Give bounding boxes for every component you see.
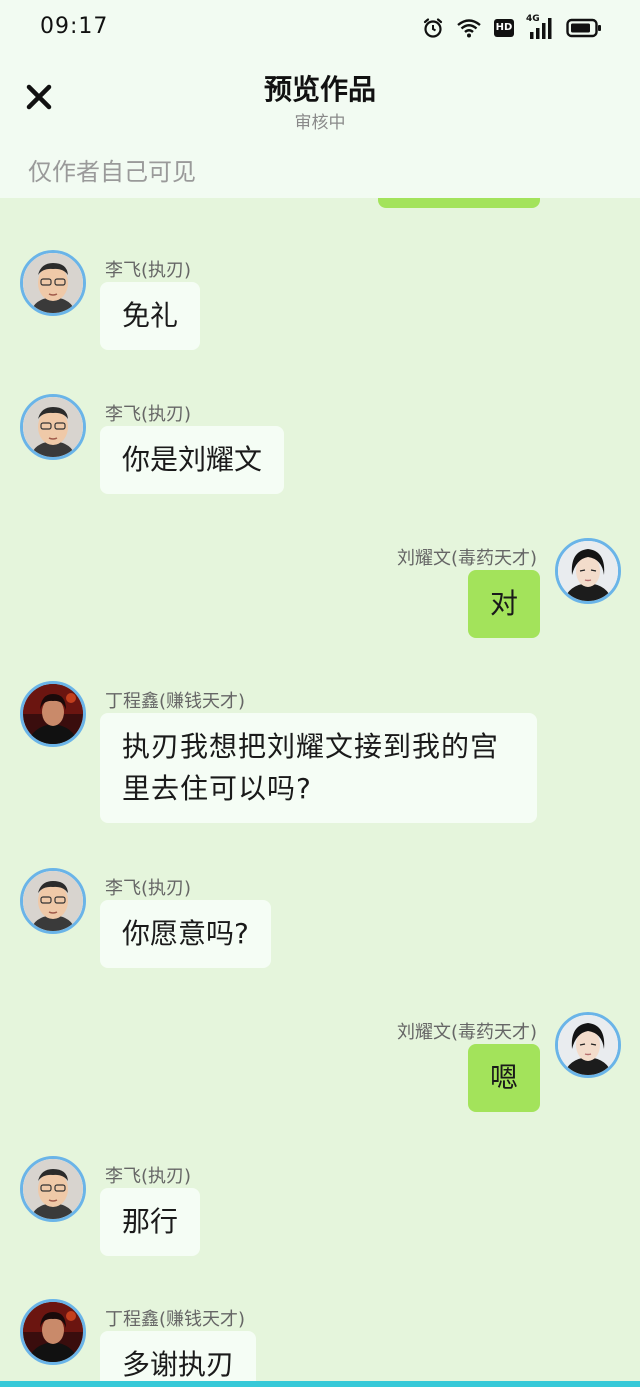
message-bubble[interactable]: 对 — [467, 570, 540, 638]
message-bubble[interactable]: 执刃我想把刘耀文接到我的宫里去住可以吗? — [100, 713, 537, 823]
li-fei-avatar[interactable] — [20, 394, 86, 460]
sender-name: 李飞(执刃) — [105, 404, 192, 425]
message-bubble[interactable]: 嗯 — [467, 1044, 540, 1112]
message-bubble[interactable]: 那行 — [100, 1188, 201, 1256]
sender-name: 李飞(执刃) — [105, 260, 192, 281]
message-bubble[interactable]: 免礼 — [100, 282, 201, 350]
sender-name: 丁程鑫(赚钱天才) — [105, 691, 246, 712]
preview-header: 预览作品 审核中 仅作者自己可见 — [0, 56, 640, 198]
sender-name: 刘耀文(毒药天才) — [396, 548, 537, 569]
chat-message: 刘耀文(毒药天才) 嗯 — [0, 1012, 640, 1122]
sender-name: 李飞(执刃) — [105, 878, 192, 899]
message-bubble[interactable]: 你愿意吗? — [100, 900, 271, 968]
sender-name: 丁程鑫(赚钱天才) — [105, 1309, 246, 1330]
chat-message: 李飞(执刃) 你愿意吗? — [0, 868, 640, 978]
bottom-edge-bar — [0, 1381, 640, 1387]
chat-message: 丁程鑫(赚钱天才) 多谢执刃 — [0, 1299, 640, 1387]
message-bubble[interactable]: 多谢执刃 — [100, 1331, 257, 1387]
chat-message: 李飞(执刃) 免礼 — [0, 250, 640, 360]
review-status: 审核中 — [294, 113, 346, 133]
chat-message: 丁程鑫(赚钱天才) 执刃我想把刘耀文接到我的宫里去住可以吗? — [0, 681, 640, 831]
chat-message: 李飞(执刃) 你是刘耀文 — [0, 394, 640, 504]
signal-4g-icon: 4G — [526, 14, 554, 40]
chat-message: 李飞(执刃) 那行 — [0, 1156, 640, 1266]
wifi-icon — [456, 17, 482, 39]
sender-name: 李飞(执刃) — [105, 1166, 192, 1187]
status-bar: 09:17 HD 4G — [0, 0, 640, 56]
message-bubble[interactable]: 你是刘耀文 — [100, 426, 285, 494]
ding-chengxin-avatar[interactable] — [20, 681, 86, 747]
liu-yaowen-avatar[interactable] — [555, 1012, 621, 1078]
li-fei-avatar[interactable] — [20, 868, 86, 934]
chat-message: 刘耀文(毒药天才) 对 — [0, 538, 640, 648]
status-icons: HD 4G — [422, 14, 602, 42]
alarm-icon — [422, 17, 444, 39]
ding-chengxin-avatar[interactable] — [20, 1299, 86, 1365]
liu-yaowen-avatar[interactable] — [555, 538, 621, 604]
hd-icon: HD — [494, 19, 514, 37]
visibility-note: 仅作者自己可见 — [28, 158, 196, 186]
li-fei-avatar[interactable] — [20, 1156, 86, 1222]
page-title: 预览作品 — [263, 73, 376, 106]
battery-icon — [566, 18, 602, 38]
chat-preview-screen: 09:17 HD 4G 预览作品 审核中 仅作者自己可见 李飞(执刃) 免礼 李… — [0, 0, 640, 1387]
li-fei-avatar[interactable] — [20, 250, 86, 316]
sender-name: 刘耀文(毒药天才) — [396, 1022, 537, 1043]
status-time: 09:17 — [40, 14, 109, 39]
